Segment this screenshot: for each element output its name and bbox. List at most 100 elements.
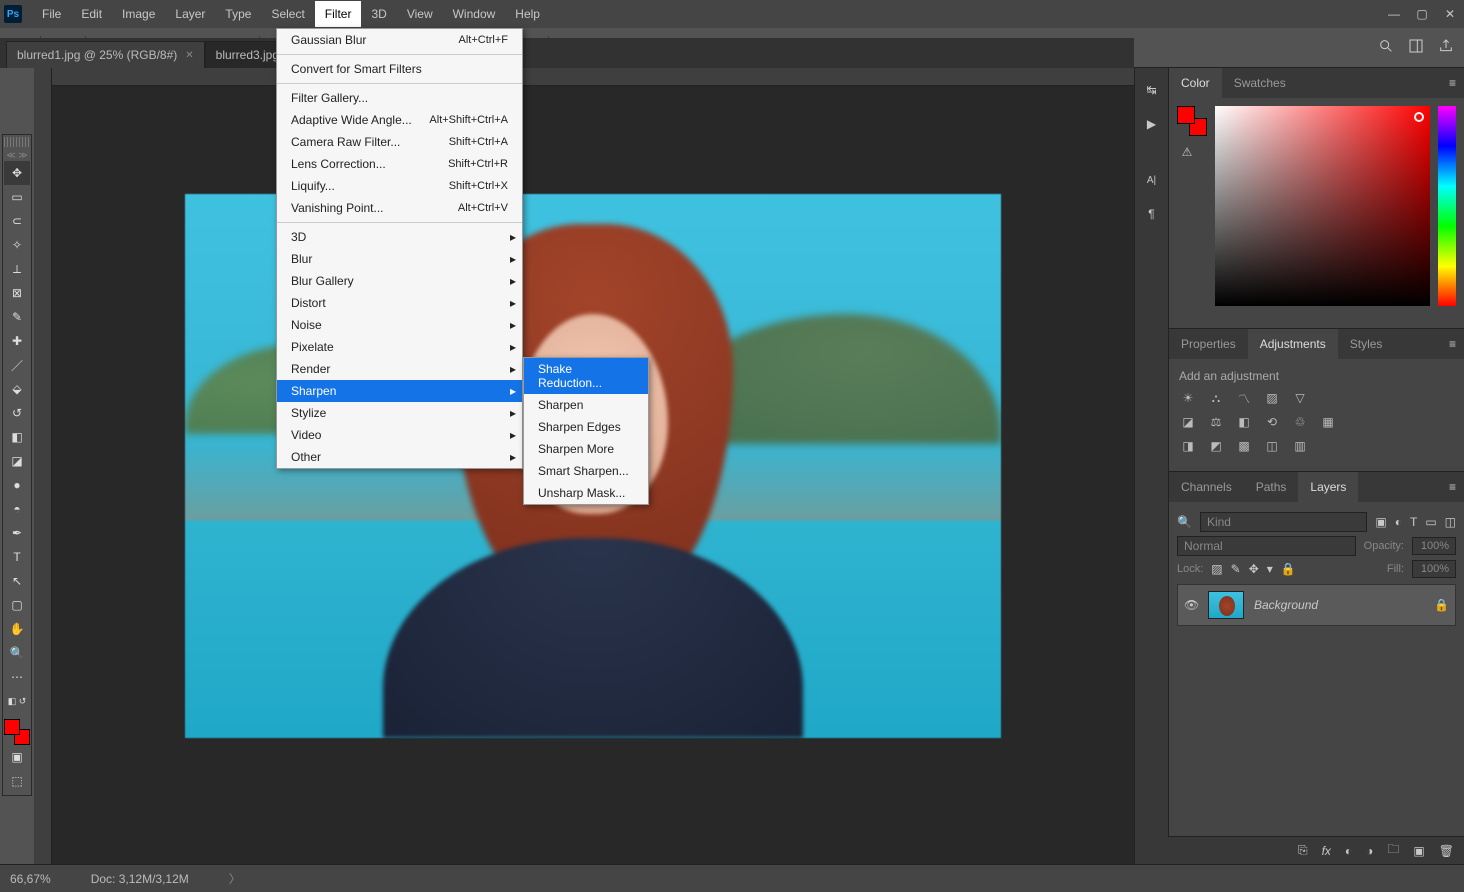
shape-tool[interactable]: ▢	[4, 593, 30, 617]
adj-icon[interactable]: ◫	[1263, 437, 1281, 455]
hue-slider[interactable]	[1438, 106, 1456, 306]
blend-mode[interactable]: Normal	[1177, 536, 1356, 556]
menu-item[interactable]: Unsharp Mask...	[524, 482, 648, 504]
menu-3d[interactable]: 3D	[361, 1, 396, 27]
menu-item[interactable]: Stylize▸	[277, 402, 522, 424]
menu-item[interactable]: Distort▸	[277, 292, 522, 314]
menu-item[interactable]: Gaussian BlurAlt+Ctrl+F	[277, 29, 522, 51]
adj-icon[interactable]: ♲	[1291, 413, 1309, 431]
filter-icon[interactable]: ▭	[1425, 515, 1436, 529]
gradient-tool[interactable]: ◪	[4, 449, 30, 473]
menu-item[interactable]: Smart Sharpen...	[524, 460, 648, 482]
edit-toolbar[interactable]: ◧ ↺	[4, 689, 30, 713]
kind-filter[interactable]: Kind	[1200, 512, 1367, 532]
menu-item[interactable]: Sharpen Edges	[524, 416, 648, 438]
marquee-tool[interactable]: ▭	[4, 185, 30, 209]
adj-icon[interactable]: ◧	[1235, 413, 1253, 431]
filter-icon[interactable]: ◫	[1445, 515, 1456, 529]
panel-tab-channels[interactable]: Channels	[1169, 472, 1244, 502]
eraser-tool[interactable]: ◧	[4, 425, 30, 449]
tab-close-icon[interactable]: ✕	[185, 50, 193, 61]
paragraph-icon[interactable]: ¶	[1142, 204, 1162, 224]
wand-tool[interactable]: ✧	[4, 233, 30, 257]
panel-tab-properties[interactable]: Properties	[1169, 329, 1248, 359]
history-brush-tool[interactable]: ↺	[4, 401, 30, 425]
search-icon[interactable]	[1378, 38, 1394, 57]
menu-item[interactable]: Shake Reduction...	[524, 358, 648, 394]
lock-icon[interactable]: 🔒	[1281, 562, 1296, 576]
maximize-button[interactable]: ▢	[1408, 0, 1436, 28]
new-icon[interactable]: ▣	[1413, 844, 1424, 858]
menu-item[interactable]: Lens Correction...Shift+Ctrl+R	[277, 153, 522, 175]
color-field[interactable]	[1215, 106, 1430, 306]
menu-edit[interactable]: Edit	[71, 1, 112, 27]
zoom-level[interactable]: 66,67%	[10, 872, 51, 886]
pen-tool[interactable]: ✒	[4, 521, 30, 545]
menu-item[interactable]: Adaptive Wide Angle...Alt+Shift+Ctrl+A	[277, 109, 522, 131]
filter-icon[interactable]: ◐	[1395, 515, 1402, 529]
crop-tool[interactable]: ⟂	[4, 257, 30, 281]
visibility-icon[interactable]: 👁	[1184, 598, 1198, 612]
adj-icon[interactable]: ◪	[1179, 413, 1197, 431]
menu-item[interactable]: Pixelate▸	[277, 336, 522, 358]
adj-icon[interactable]: ▩	[1235, 437, 1253, 455]
workspace-icon[interactable]	[1408, 38, 1424, 57]
menu-item[interactable]: Liquify...Shift+Ctrl+X	[277, 175, 522, 197]
menu-layer[interactable]: Layer	[165, 1, 215, 27]
adj-icon[interactable]: ▦	[1319, 413, 1337, 431]
adj-icon[interactable]: ◨	[1179, 437, 1197, 455]
adj-icon[interactable]: 〽	[1235, 389, 1253, 407]
share-icon[interactable]	[1438, 38, 1454, 57]
play-icon[interactable]: ▶	[1142, 114, 1162, 134]
dodge-tool[interactable]: ◓	[4, 497, 30, 521]
panel-menu-icon[interactable]: ≡	[1441, 472, 1464, 502]
zoom-tool[interactable]: 🔍	[4, 641, 30, 665]
menu-item[interactable]: Video▸	[277, 424, 522, 446]
frame-tool[interactable]: ⊠	[4, 281, 30, 305]
menu-item[interactable]: Blur▸	[277, 248, 522, 270]
menu-window[interactable]: Window	[443, 1, 506, 27]
group-icon[interactable]: 🗀	[1387, 840, 1399, 861]
panel-tab-swatches[interactable]: Swatches	[1222, 68, 1298, 98]
minimize-button[interactable]: —	[1380, 0, 1408, 28]
lock-icon[interactable]: ✎	[1231, 562, 1241, 576]
adj-icon[interactable]: ▨	[1263, 389, 1281, 407]
menu-filter[interactable]: Filter	[315, 1, 362, 27]
panel-tab-adjustments[interactable]: Adjustments	[1248, 329, 1338, 359]
menu-view[interactable]: View	[397, 1, 443, 27]
panel-menu-icon[interactable]: ≡	[1441, 329, 1464, 359]
menu-help[interactable]: Help	[505, 1, 550, 27]
panel-tab-paths[interactable]: Paths	[1244, 472, 1299, 502]
trash-icon[interactable]: 🗑	[1439, 844, 1454, 858]
lock-icon[interactable]: ✥	[1249, 562, 1259, 576]
menu-item[interactable]: Sharpen▸	[277, 380, 522, 402]
menu-item-convert[interactable]: Convert for Smart Filters	[277, 58, 522, 80]
adj-icon[interactable]: ⛬	[1207, 389, 1225, 407]
link-icon[interactable]: ⎘	[1298, 843, 1308, 858]
menu-image[interactable]: Image	[112, 1, 165, 27]
color-swatches[interactable]	[4, 719, 30, 745]
char-icon[interactable]: A|	[1142, 170, 1162, 190]
opacity-value[interactable]: 100%	[1412, 537, 1456, 555]
fill-value[interactable]: 100%	[1412, 560, 1456, 578]
panel-tab-styles[interactable]: Styles	[1338, 329, 1395, 359]
adj-icon[interactable]: ☀	[1179, 389, 1197, 407]
path-tool[interactable]: ↖	[4, 569, 30, 593]
menu-file[interactable]: File	[32, 1, 71, 27]
stamp-tool[interactable]: ⬙	[4, 377, 30, 401]
panel-tab-color[interactable]: Color	[1169, 68, 1222, 98]
fx-icon[interactable]: fx	[1322, 844, 1331, 858]
warning-icon[interactable]: ⚠	[1177, 142, 1197, 162]
move-tool[interactable]: ✥	[4, 161, 30, 185]
menu-item[interactable]: Other▸	[277, 446, 522, 468]
menu-type[interactable]: Type	[215, 1, 261, 27]
close-button[interactable]: ✕	[1436, 0, 1464, 28]
heal-tool[interactable]: ✚	[4, 329, 30, 353]
document-tab[interactable]: blurred1.jpg @ 25% (RGB/8#)✕	[6, 41, 205, 68]
menu-item[interactable]: Noise▸	[277, 314, 522, 336]
hand-tool[interactable]: ✋	[4, 617, 30, 641]
screen-mode[interactable]: ⬚	[4, 769, 30, 793]
adj-icon[interactable]: ▥	[1291, 437, 1309, 455]
panel-tab-layers[interactable]: Layers	[1298, 472, 1358, 502]
fg-bg-swatch[interactable]	[1177, 106, 1207, 136]
